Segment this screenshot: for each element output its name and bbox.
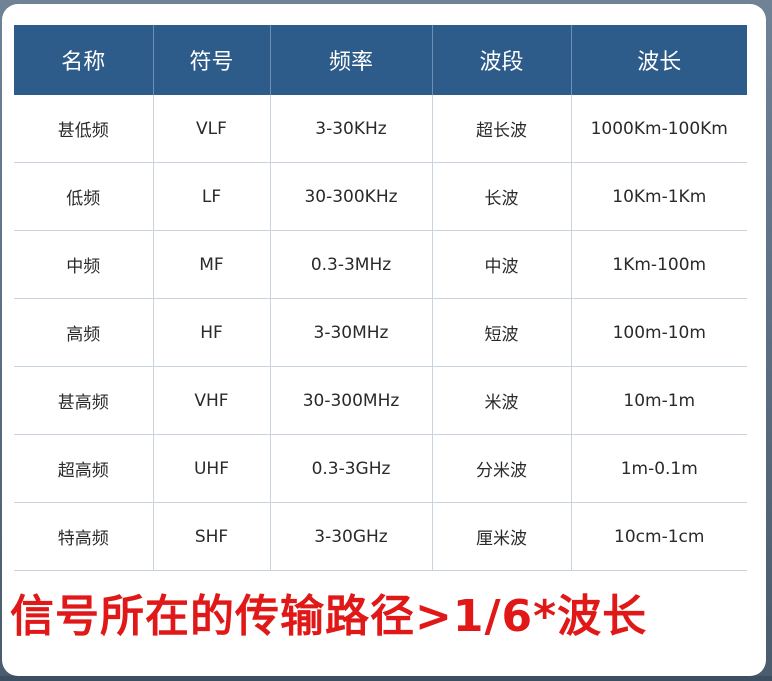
cell-wavelength: 1m-0.1m <box>571 434 747 503</box>
header-frequency: 频率 <box>270 25 433 95</box>
cell-band: 厘米波 <box>432 502 572 571</box>
table-row: 甚低频 VLF 3-30KHz 超长波 1000Km-100Km <box>14 95 747 163</box>
cell-symbol: UHF <box>153 434 271 503</box>
table-row: 中频 MF 0.3-3MHz 中波 1Km-100m <box>14 230 747 299</box>
header-symbol: 符号 <box>153 25 271 95</box>
cell-frequency: 3-30KHz <box>270 95 433 163</box>
cell-band: 中波 <box>432 230 572 299</box>
cell-name: 特高频 <box>14 502 154 571</box>
wavelength-rule-caption: 信号所在的传输路径>1/6*波长 <box>10 591 648 642</box>
table-row: 超高频 UHF 0.3-3GHz 分米波 1m-0.1m <box>14 434 747 503</box>
cell-band: 分米波 <box>432 434 572 503</box>
header-wavelength: 波长 <box>571 25 747 95</box>
screen-frame: 名称 符号 频率 波段 波长 甚低频 VLF 3-30KHz 超长波 1000K… <box>0 0 772 681</box>
cell-name: 中频 <box>14 230 154 299</box>
cell-wavelength: 1000Km-100Km <box>571 95 747 163</box>
cell-wavelength: 10cm-1cm <box>571 502 747 571</box>
cell-band: 米波 <box>432 366 572 435</box>
table-header-row: 名称 符号 频率 波段 波长 <box>14 25 747 95</box>
cell-name: 高频 <box>14 298 154 367</box>
cell-wavelength: 10Km-1Km <box>571 162 747 231</box>
cell-name: 低频 <box>14 162 154 231</box>
cell-frequency: 30-300MHz <box>270 366 433 435</box>
cell-frequency: 0.3-3GHz <box>270 434 433 503</box>
cell-frequency: 3-30GHz <box>270 502 433 571</box>
table-row: 特高频 SHF 3-30GHz 厘米波 10cm-1cm <box>14 502 747 571</box>
cell-wavelength: 10m-1m <box>571 366 747 435</box>
cell-name: 甚高频 <box>14 366 154 435</box>
cell-frequency: 3-30MHz <box>270 298 433 367</box>
cell-wavelength: 1Km-100m <box>571 230 747 299</box>
cell-frequency: 30-300KHz <box>270 162 433 231</box>
cell-band: 长波 <box>432 162 572 231</box>
cell-symbol: HF <box>153 298 271 367</box>
header-name: 名称 <box>14 25 154 95</box>
cell-band: 超长波 <box>432 95 572 163</box>
cell-wavelength: 100m-10m <box>571 298 747 367</box>
table-row: 低频 LF 30-300KHz 长波 10Km-1Km <box>14 162 747 231</box>
cell-symbol: SHF <box>153 502 271 571</box>
table-row: 甚高频 VHF 30-300MHz 米波 10m-1m <box>14 366 747 435</box>
cell-symbol: VLF <box>153 95 271 163</box>
cell-symbol: VHF <box>153 366 271 435</box>
cell-symbol: MF <box>153 230 271 299</box>
cell-name: 甚低频 <box>14 95 154 163</box>
frequency-band-table: 名称 符号 频率 波段 波长 甚低频 VLF 3-30KHz 超长波 1000K… <box>14 25 747 571</box>
bottom-bezel <box>0 676 772 681</box>
cell-band: 短波 <box>432 298 572 367</box>
cell-symbol: LF <box>153 162 271 231</box>
table-row: 高频 HF 3-30MHz 短波 100m-10m <box>14 298 747 367</box>
cell-frequency: 0.3-3MHz <box>270 230 433 299</box>
header-band: 波段 <box>432 25 572 95</box>
document-card: 名称 符号 频率 波段 波长 甚低频 VLF 3-30KHz 超长波 1000K… <box>2 4 766 676</box>
cell-name: 超高频 <box>14 434 154 503</box>
